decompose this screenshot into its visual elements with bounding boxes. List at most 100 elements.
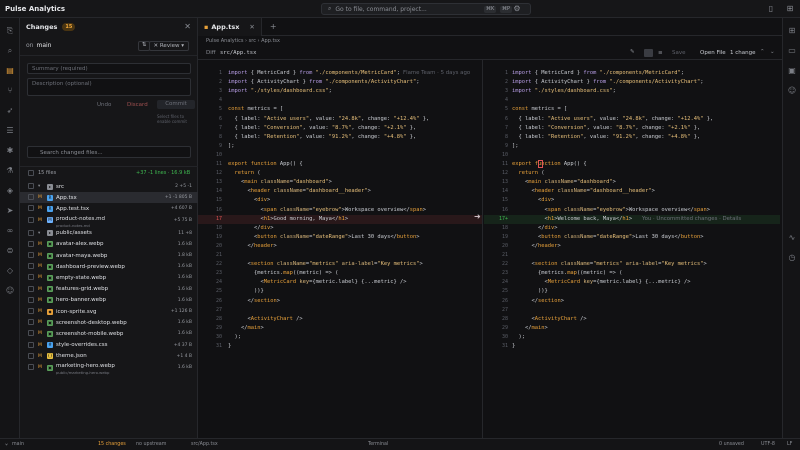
file-checkbox[interactable]: [28, 364, 34, 370]
review-button[interactable]: ✕ Review ▾: [148, 41, 189, 51]
file-tree-row[interactable]: M R App.test.tsx +4 607 B: [20, 203, 198, 214]
cube-icon[interactable]: ◈: [5, 186, 15, 196]
file-tree-row[interactable]: M {} theme.json +1 4 B: [20, 351, 198, 362]
file-checkbox[interactable]: [28, 263, 34, 270]
code-line[interactable]: import "./styles/dashboard.css";: [228, 87, 332, 96]
code-line[interactable]: <div>: [512, 196, 554, 205]
file-checkbox[interactable]: [28, 308, 34, 314]
file-tree-row[interactable]: M ▣ screenshot-desktop.webp 1.6 kB: [20, 317, 198, 328]
code-line[interactable]: </main>: [512, 324, 548, 333]
file-tree-row[interactable]: M ▣ screenshot-mobile.webp 1.6 kB: [20, 328, 198, 339]
summary-input[interactable]: Summary (required): [27, 63, 191, 74]
code-line[interactable]: <main className="dashboard">: [512, 178, 616, 187]
code-line[interactable]: import { ActivityChart } from "./compone…: [512, 78, 704, 87]
code-line[interactable]: import { MetricCard } from "./components…: [228, 69, 400, 78]
code-line[interactable]: <ActivityChart />: [228, 315, 302, 324]
code-line[interactable]: <button className="dateRange">Last 30 da…: [228, 233, 420, 242]
grid-icon[interactable]: ⊞: [785, 4, 795, 14]
database-icon[interactable]: ⊜: [5, 246, 15, 256]
undo-button[interactable]: Undo: [97, 102, 111, 108]
save-button[interactable]: Save: [672, 50, 686, 56]
clock-icon[interactable]: ◷: [787, 253, 797, 263]
file-checkbox[interactable]: [28, 274, 34, 281]
file-checkbox[interactable]: [28, 330, 34, 337]
file-checkbox[interactable]: [28, 183, 34, 189]
code-line[interactable]: import { ActivityChart } from "./compone…: [228, 78, 420, 87]
branch-icon[interactable]: ⑂: [5, 86, 15, 96]
status-branch[interactable]: main: [12, 442, 24, 447]
code-line[interactable]: ];: [512, 142, 519, 151]
code-line[interactable]: export function App() {: [512, 160, 587, 169]
explorer-icon[interactable]: ⎘: [5, 26, 15, 36]
user-icon[interactable]: ☺: [5, 286, 15, 296]
code-line[interactable]: <main className="dashboard">: [228, 178, 332, 187]
code-line[interactable]: {metrics.map((metric) => (: [228, 269, 338, 278]
code-line[interactable]: return (: [512, 169, 545, 178]
description-input[interactable]: Description (optional): [27, 78, 191, 96]
code-line[interactable]: <header className="dashboard__header">: [228, 187, 370, 196]
code-line[interactable]: }: [512, 342, 515, 351]
file-tree-row[interactable]: M Mproduct-notes.md product-notes.md +5 75 …: [20, 215, 198, 228]
command-palette-input[interactable]: ⌕ Go to file, command, project... ⌘K ⌘P: [321, 3, 531, 15]
diff-view[interactable]: ➜ 1 import { MetricCard } from "./compone…: [198, 60, 782, 438]
file-tree-row[interactable]: M ▣ features-grid.webp 1.6 kB: [20, 284, 198, 295]
rocket-icon[interactable]: ➶: [5, 106, 15, 116]
list-icon[interactable]: ☰: [5, 126, 15, 136]
open-file-button[interactable]: Open File: [700, 50, 726, 56]
tab-app-tsx[interactable]: ▪ App.tsx ✕: [198, 17, 262, 36]
discard-button[interactable]: Discard: [127, 102, 148, 108]
code-line[interactable]: <h1>Good morning, Maya</h1>: [228, 215, 348, 224]
send-icon[interactable]: ➤: [5, 206, 15, 216]
code-line[interactable]: </header>: [228, 242, 276, 251]
code-line[interactable]: <header className="dashboard__header">: [512, 187, 654, 196]
file-checkbox[interactable]: [28, 252, 34, 258]
code-line[interactable]: <div>: [228, 196, 270, 205]
layers-icon[interactable]: ◇: [5, 266, 15, 276]
code-line[interactable]: <button className="dateRange">Last 30 da…: [512, 233, 704, 242]
file-search-input[interactable]: Search changed files...: [27, 146, 191, 158]
status-file[interactable]: src/App.tsx: [191, 442, 218, 447]
code-line[interactable]: { label: "Retention", value: "91.2%", ch…: [228, 133, 416, 142]
list-icon[interactable]: ≡: [658, 50, 663, 56]
status-changes[interactable]: 15 changes: [98, 442, 126, 447]
chevron-up-icon[interactable]: ⌃: [760, 49, 765, 55]
code-line[interactable]: <h1>Welcome back, Maya</h1>: [512, 215, 632, 224]
file-checkbox[interactable]: [28, 229, 34, 236]
code-line[interactable]: );: [512, 333, 525, 342]
file-tree-row[interactable]: M ◆ icon-sprite.svg +1 126 B: [20, 306, 198, 317]
code-line[interactable]: import { MetricCard } from "./components…: [512, 69, 684, 78]
code-line[interactable]: </main>: [228, 324, 264, 333]
code-line[interactable]: { label: "Conversion", value: "8.7%", ch…: [228, 124, 416, 133]
code-line[interactable]: const metrics = [: [512, 105, 567, 114]
file-tree-row[interactable]: M ▣ empty-state.webp 1.6 kB: [20, 272, 198, 283]
file-tree-row[interactable]: ▾ ▸ src 2 +5 -1: [20, 181, 198, 192]
code-line[interactable]: <section className="metrics" aria-label=…: [228, 260, 422, 269]
code-line[interactable]: { label: "Retention", value: "91.2%", ch…: [512, 133, 700, 142]
file-checkbox[interactable]: [28, 352, 34, 359]
code-line[interactable]: <section className="metrics" aria-label=…: [512, 260, 706, 269]
status-eol[interactable]: LF: [787, 442, 792, 447]
status-encoding[interactable]: UTF-8: [761, 442, 775, 447]
file-checkbox[interactable]: [28, 285, 34, 292]
code-line[interactable]: import "./styles/dashboard.css";: [512, 87, 616, 96]
activity-icon[interactable]: ∿: [787, 233, 797, 243]
code-line[interactable]: { label: "Active users", value: "24.8k",…: [512, 115, 713, 124]
file-checkbox[interactable]: [28, 341, 34, 348]
new-tab-icon[interactable]: +: [270, 22, 277, 31]
grid-icon[interactable]: ⊞: [787, 26, 797, 36]
file-tree-row[interactable]: M # style-overrides.css +4 37 B: [20, 340, 198, 351]
bug-icon[interactable]: ✱: [5, 146, 15, 156]
layout-icon[interactable]: ▯: [766, 4, 776, 14]
pen-icon[interactable]: ✎: [630, 49, 635, 55]
source-control-icon[interactable]: ▤: [5, 66, 15, 76]
code-line[interactable]: </section>: [228, 297, 279, 306]
code-line[interactable]: </div>: [512, 224, 558, 233]
file-checkbox[interactable]: [28, 194, 34, 201]
close-icon[interactable]: ✕: [249, 23, 254, 31]
code-line[interactable]: { label: "Conversion", value: "8.7%", ch…: [512, 124, 700, 133]
code-line[interactable]: ))}: [512, 287, 548, 296]
code-line[interactable]: <span className="eyebrow">Workspace over…: [512, 206, 710, 215]
code-line[interactable]: );: [228, 333, 241, 342]
file-tree-row[interactable]: M ▣ hero-banner.webp 1.6 kB: [20, 295, 198, 306]
code-line[interactable]: <ActivityChart />: [512, 315, 586, 324]
